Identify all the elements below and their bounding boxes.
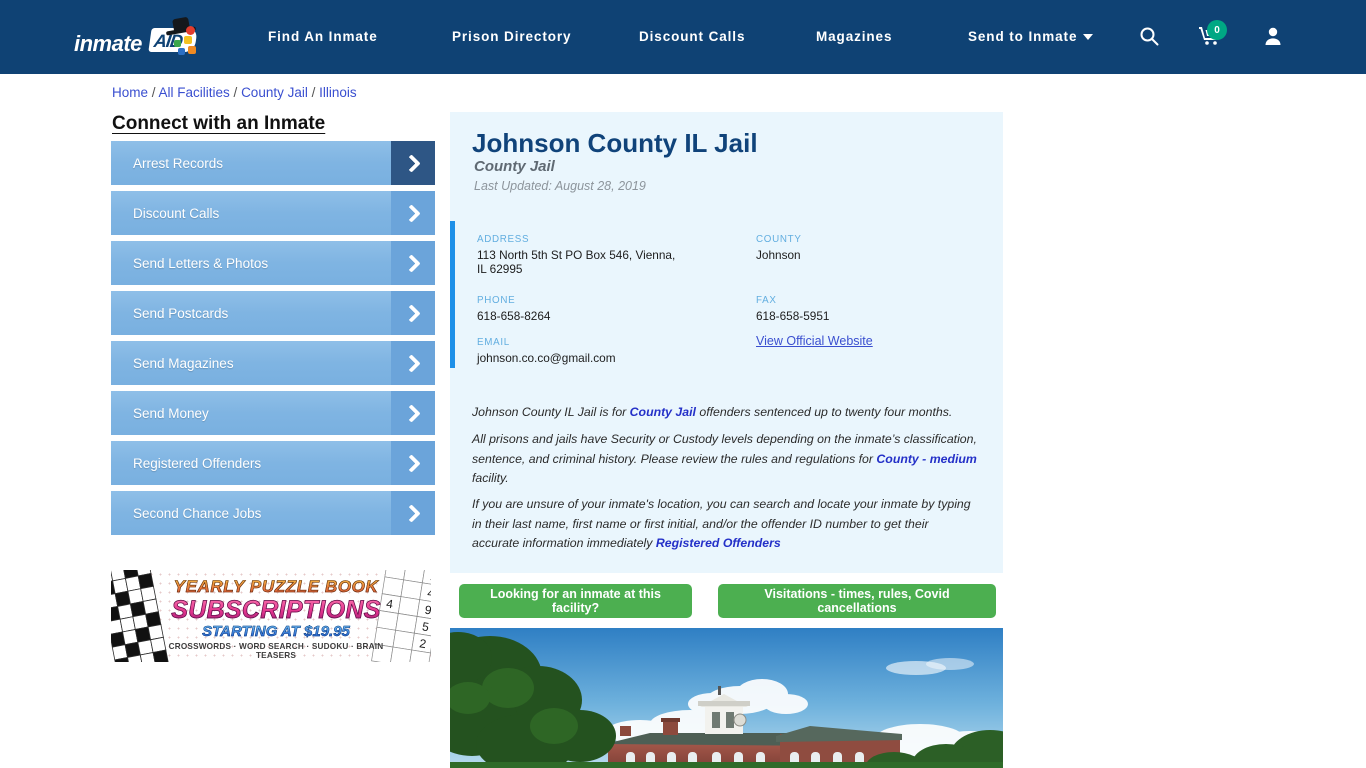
chevron-right-icon [391,241,435,285]
last-updated-text: Last Updated: August 28, 2019 [474,179,646,193]
user-icon[interactable] [1263,26,1283,51]
chevron-right-icon [391,441,435,485]
visitations-button[interactable]: Visitations - times, rules, Covid cancel… [718,584,996,618]
p2-county-medium-link[interactable]: County - medium [876,452,976,466]
logo-confetti-blue [178,48,185,55]
view-official-website-link[interactable]: View Official Website [756,334,873,348]
chevron-right-icon [391,491,435,535]
sidebar-item-arrest-records[interactable]: Arrest Records [111,141,435,185]
nav-item-find-an-inmate[interactable]: Find An Inmate [268,29,378,44]
chevron-right-icon [391,141,435,185]
breadcrumb-separator: / [307,85,320,100]
ad-headline-1: YEARLY PUZZLE BOOK [169,577,383,597]
email-value: johnson.co.co@gmail.com [477,351,616,365]
sidebar-item-label: Registered Offenders [133,455,262,471]
sidebar-item-discount-calls[interactable]: Discount Calls [111,191,435,235]
facility-description-paragraph-3: If you are unsure of your inmate's locat… [472,495,978,554]
sidebar-item-label: Send Postcards [133,305,229,321]
chevron-right-icon [391,391,435,435]
address-label: ADDRESS [477,234,530,245]
p1-text-a: Johnson County IL Jail is for [472,405,630,419]
p1-text-b: offenders sentenced up to twenty four mo… [695,405,953,419]
sidebar-item-label: Second Chance Jobs [133,505,262,521]
ad-category-line: CROSSWORDS · WORD SEARCH · SUDOKU · BRAI… [168,642,384,660]
sidebar-item-second-chance-jobs[interactable]: Second Chance Jobs [111,491,435,535]
facility-type-label: County Jail [474,158,555,175]
sidebar-item-label: Send Magazines [133,355,234,371]
contact-column-left: ADDRESS 113 North 5th St PO Box 546, Vie… [477,234,717,379]
email-label: EMAIL [477,337,510,348]
info-accent-bar [450,221,455,368]
facility-description-paragraph-1: Johnson County IL Jail is for County Jai… [472,403,978,423]
sidebar-item-send-money[interactable]: Send Money [111,391,435,435]
sidebar-item-label: Send Money [133,405,209,421]
ad-price-line: STARTING AT $19.95 [169,623,383,641]
inmate-search-button[interactable]: Looking for an inmate at this facility? [459,584,692,618]
chevron-right-icon [391,191,435,235]
logo-wordmark: inmate [74,31,142,56]
sidebar-item-send-postcards[interactable]: Send Postcards [111,291,435,335]
chevron-down-icon [1083,34,1094,41]
sidebar-item-label: Discount Calls [133,205,220,221]
facility-photo [450,628,1003,768]
breadcrumb: Home / All Facilities / County Jail / Il… [112,85,357,100]
nav-item-discount-calls[interactable]: Discount Calls [639,29,745,44]
fax-value: 618-658-5951 [756,309,830,323]
county-label: COUNTY [756,234,802,245]
county-block: COUNTY Johnson [756,234,986,262]
address-block: ADDRESS 113 North 5th St PO Box 546, Vie… [477,234,717,276]
nav-item-prison-directory[interactable]: Prison Directory [452,29,571,44]
nav-item-send-to-inmate[interactable]: Send to Inmate [968,29,1094,44]
email-block: EMAIL johnson.co.co@gmail.com [477,337,717,365]
logo-confetti-green [174,40,181,47]
logo-confetti-red [186,26,195,35]
phone-label: PHONE [477,295,516,306]
breadcrumb-separator: / [229,85,242,100]
facility-description-paragraph-2: All prisons and jails have Security or C… [472,430,978,489]
breadcrumb-item-home[interactable]: Home [112,85,148,100]
sidebar-menu: Arrest Records Discount Calls Send Lette… [111,141,435,541]
puzzle-book-ad-banner[interactable]: 14 49 52 YEARLY PUZZLE BOOK SUBSCRIPTION… [111,570,431,662]
breadcrumb-item-county-jail[interactable]: County Jail [241,85,308,100]
fax-label: FAX [756,295,777,306]
page-title: Johnson County IL Jail [472,128,758,158]
logo-confetti-yellow [184,36,192,44]
nav-item-magazines[interactable]: Magazines [816,29,892,44]
address-value: 113 North 5th St PO Box 546, Vienna, IL … [477,248,676,276]
search-icon[interactable] [1139,26,1159,51]
breadcrumb-item-all-facilities[interactable]: All Facilities [159,85,230,100]
sidebar-item-label: Arrest Records [133,155,224,171]
breadcrumb-separator: / [148,85,159,100]
p1-county-jail-link[interactable]: County Jail [630,405,696,419]
svg-text:9: 9 [424,603,431,618]
sidebar-item-send-letters-photos[interactable]: Send Letters & Photos [111,241,435,285]
nav-send-to-inmate-label: Send to Inmate [968,29,1078,44]
cart-count-badge: 0 [1207,20,1227,40]
county-value: Johnson [756,248,801,262]
ad-headline-2: SUBSCRIPTIONS [161,596,391,625]
site-header: inmate AID Find An Inmate Prison Directo… [0,0,1366,74]
fax-block: FAX 618-658-5951 [756,295,986,323]
logo-confetti-orange [188,46,196,54]
contact-column-right: COUNTY Johnson FAX 618-658-5951 [756,234,986,337]
p3-registered-offenders-link[interactable]: Registered Offenders [656,536,781,550]
chevron-right-icon [391,291,435,335]
site-logo[interactable]: inmate AID [74,16,198,58]
chevron-right-icon [391,341,435,385]
sidebar-item-registered-offenders[interactable]: Registered Offenders [111,441,435,485]
sidebar-item-label: Send Letters & Photos [133,255,269,271]
sidebar-title: Connect with an Inmate [112,113,326,134]
phone-block: PHONE 618-658-8264 [477,295,717,323]
breadcrumb-item-illinois[interactable]: Illinois [319,85,357,100]
sidebar-item-send-magazines[interactable]: Send Magazines [111,341,435,385]
p2-text-b: facility. [472,471,509,485]
phone-value: 618-658-8264 [477,309,551,323]
